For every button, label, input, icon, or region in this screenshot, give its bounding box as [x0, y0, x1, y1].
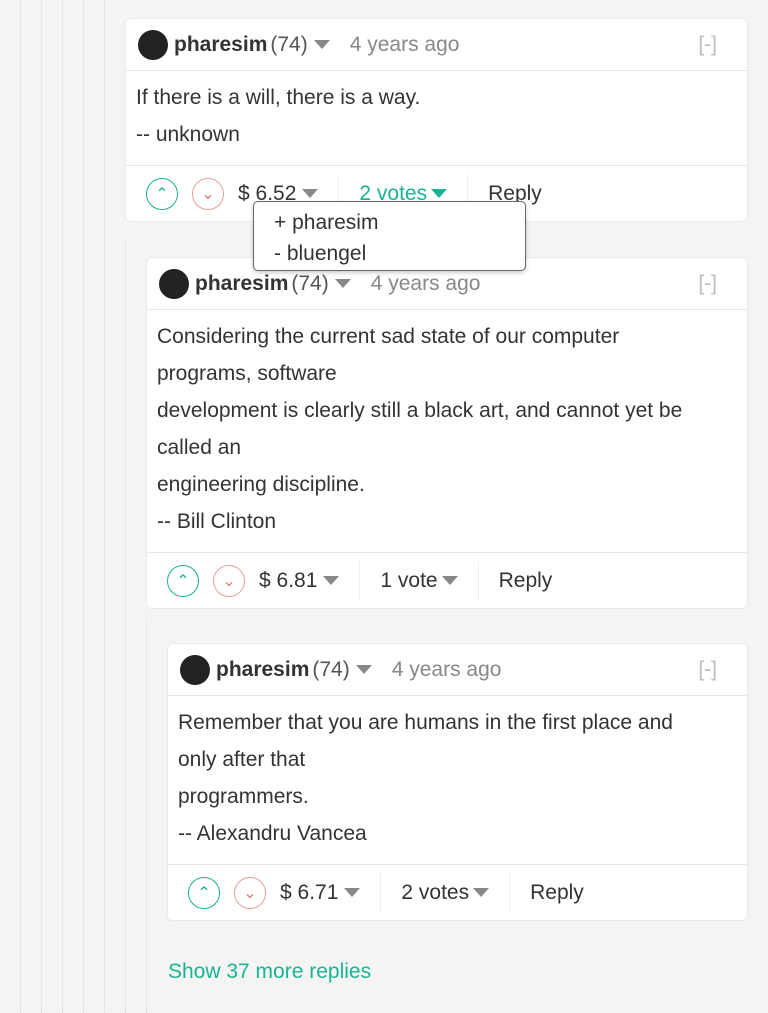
timestamp[interactable]: 4 years ago — [350, 33, 460, 57]
chevron-down-icon: ⌄ — [201, 185, 215, 203]
comment-line: -- Bill Clinton — [157, 510, 277, 533]
author-link[interactable]: pharesim — [216, 658, 309, 682]
caret-down-icon[interactable] — [355, 665, 372, 674]
comment-card: pharesim (74) 4 years ago [-] If there i… — [125, 18, 748, 222]
votes-dropdown[interactable]: 1 vote — [380, 569, 437, 593]
collapse-button[interactable]: [-] — [698, 272, 717, 296]
timestamp[interactable]: 4 years ago — [392, 658, 502, 682]
comment-footer: ⌃ ⌄ $ 6.81 1 vote Reply — [147, 553, 747, 608]
collapse-button[interactable]: [-] — [698, 33, 717, 57]
chevron-down-icon: ⌄ — [243, 884, 257, 902]
comment-line: programmers. — [178, 785, 309, 808]
upvote-button[interactable]: ⌃ — [167, 564, 199, 597]
reputation: (74) — [270, 32, 308, 56]
comment-body: Remember that you are humans in the firs… — [168, 696, 747, 865]
thread-line — [146, 620, 147, 1013]
reply-button[interactable]: Reply — [499, 569, 553, 593]
chevron-up-icon: ⌃ — [155, 185, 169, 203]
collapse-button[interactable]: [-] — [698, 658, 717, 682]
caret-down-icon[interactable] — [313, 40, 330, 49]
divider — [477, 560, 479, 601]
divider — [380, 872, 382, 913]
thread-line — [125, 240, 126, 1013]
comment-body: If there is a will, there is a way. -- un… — [126, 71, 747, 166]
votes-dropdown[interactable]: 2 votes — [401, 881, 469, 905]
reply-button[interactable]: Reply — [530, 881, 584, 905]
show-more-replies-link[interactable]: Show 37 more replies — [168, 960, 371, 984]
comment-line: -- unknown — [136, 123, 240, 146]
comment-card: pharesim (74) 4 years ago [-] Considerin… — [146, 257, 748, 609]
comment-line: called an — [157, 436, 242, 459]
upvote-button[interactable]: ⌃ — [188, 876, 220, 909]
caret-down-icon[interactable] — [302, 189, 319, 198]
comment-header: pharesim (74) 4 years ago [-] — [168, 644, 747, 696]
downvote-button[interactable]: ⌄ — [234, 876, 266, 909]
reputation: (74) — [291, 271, 329, 295]
caret-down-icon[interactable] — [323, 576, 340, 585]
payout[interactable]: $ 6.81 — [259, 569, 317, 593]
comment-header: pharesim (74) 4 years ago [-] — [126, 19, 747, 71]
comment-body: Considering the current sad state of our… — [147, 310, 747, 553]
author-link[interactable]: pharesim — [174, 33, 267, 57]
comment-footer: ⌃ ⌄ $ 6.71 2 votes Reply — [168, 865, 747, 920]
payout[interactable]: $ 6.71 — [280, 881, 338, 905]
comment-line: Remember that you are humans in the firs… — [178, 711, 673, 734]
thread-line — [41, 0, 42, 1013]
avatar[interactable] — [138, 29, 168, 60]
timestamp[interactable]: 4 years ago — [371, 272, 481, 296]
downvote-button[interactable]: ⌄ — [213, 564, 245, 597]
comment-line: only after that — [178, 748, 306, 771]
thread-line — [104, 0, 105, 1013]
caret-down-icon[interactable] — [441, 576, 458, 585]
comment-line: engineering discipline. — [157, 473, 365, 496]
author-link[interactable]: pharesim — [195, 272, 288, 296]
comment-line: Considering the current sad state of our… — [157, 325, 620, 348]
voter-item[interactable]: + pharesim — [274, 207, 505, 238]
reputation: (74) — [312, 657, 350, 681]
comment-line: If there is a will, there is a way. — [136, 86, 421, 109]
divider — [359, 560, 361, 601]
comment-line: -- Alexandru Vancea — [178, 822, 367, 845]
caret-down-icon[interactable] — [431, 189, 448, 198]
caret-down-icon[interactable] — [334, 279, 351, 288]
chevron-up-icon: ⌃ — [176, 572, 190, 590]
comment-card: pharesim (74) 4 years ago [-] Remember t… — [167, 643, 748, 921]
voters-popup: + pharesim - bluengel — [253, 201, 526, 271]
caret-down-icon[interactable] — [344, 888, 361, 897]
comment-line: development is clearly still a black art… — [157, 399, 683, 422]
chevron-up-icon: ⌃ — [197, 884, 211, 902]
voter-item[interactable]: - bluengel — [274, 238, 505, 269]
caret-down-icon[interactable] — [473, 888, 490, 897]
avatar[interactable] — [180, 654, 210, 685]
comment-line: programs, software — [157, 362, 337, 385]
avatar[interactable] — [159, 268, 189, 299]
divider — [509, 872, 511, 913]
chevron-down-icon: ⌄ — [222, 572, 236, 590]
thread-line — [83, 0, 84, 1013]
upvote-button[interactable]: ⌃ — [146, 177, 178, 210]
thread-line — [20, 0, 21, 1013]
thread-line — [62, 0, 63, 1013]
downvote-button[interactable]: ⌄ — [192, 177, 224, 210]
